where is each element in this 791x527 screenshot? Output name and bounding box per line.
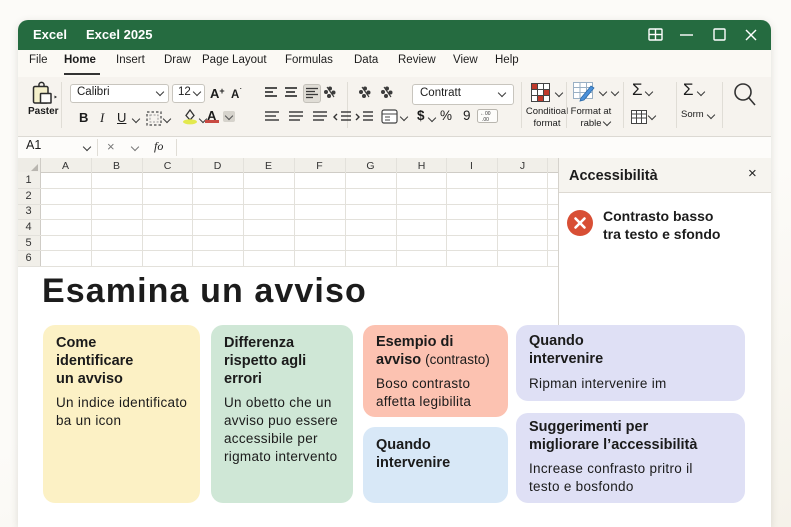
svg-text:.00: .00 bbox=[482, 117, 489, 123]
